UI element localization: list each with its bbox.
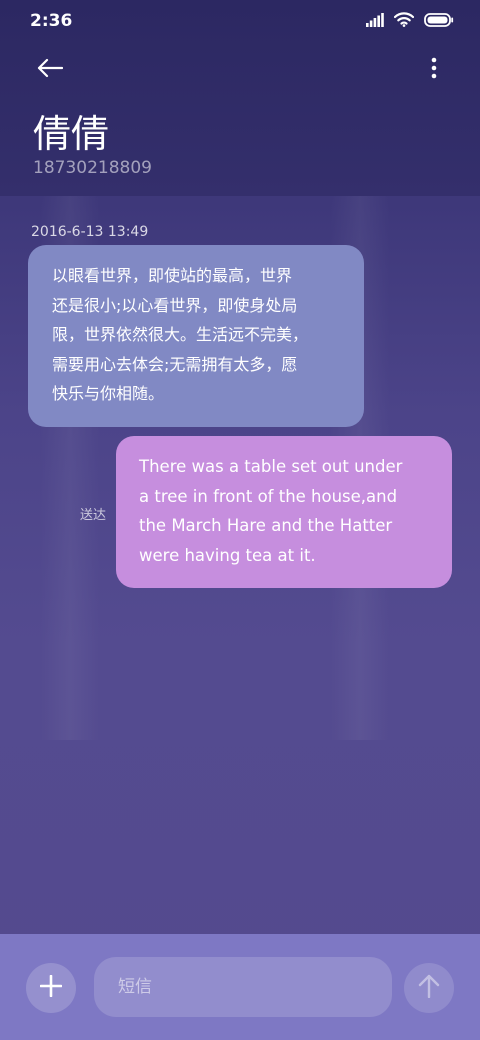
message-line: a tree in front of the house,and xyxy=(139,486,398,506)
message-input[interactable] xyxy=(94,957,392,1017)
outgoing-message-bubble[interactable]: There was a table set out under a tree i… xyxy=(116,436,452,588)
signal-icon xyxy=(366,12,384,31)
message-line: 以眼看世界，即使站的最高，世界 xyxy=(52,266,293,285)
battery-icon xyxy=(424,12,454,31)
back-button[interactable] xyxy=(30,52,70,88)
message-line: There was a table set out under xyxy=(139,457,403,476)
message-timestamp: 2016-6-13 13:49 xyxy=(31,224,149,240)
more-options-button[interactable] xyxy=(422,52,446,88)
arrow-left-icon xyxy=(37,58,64,82)
status-icons xyxy=(366,12,454,31)
status-bar: 2:36 xyxy=(0,0,480,42)
delivery-status: 送达 xyxy=(80,508,107,523)
message-line: 需要用心去体会;无需拥有太多，愿 xyxy=(52,354,298,374)
conversation-header: 2:36 倩倩 18730218809 xyxy=(0,0,480,196)
composer-bar xyxy=(0,934,480,1040)
incoming-message-bubble[interactable]: 以眼看世界，即使站的最高，世界 还是很小;以心看世界，即使身处局 限，世界依然很… xyxy=(28,245,364,427)
more-vertical-icon xyxy=(431,57,437,83)
contact-number: 18730218809 xyxy=(33,158,152,178)
message-line: 快乐与你相随。 xyxy=(52,384,165,403)
message-line: the March Hare and the Hatter xyxy=(139,516,393,535)
message-line: 限，世界依然很大。生活远不完美， xyxy=(52,325,309,344)
send-button[interactable] xyxy=(404,963,454,1013)
plus-icon xyxy=(39,974,63,1001)
wifi-icon xyxy=(393,12,415,31)
status-time: 2:36 xyxy=(30,11,73,31)
contact-name: 倩倩 xyxy=(33,112,110,156)
message-line: were having tea at it. xyxy=(139,545,316,565)
message-line: 还是很小;以心看世界，即使身处局 xyxy=(52,295,298,315)
add-attachment-button[interactable] xyxy=(26,963,76,1013)
arrow-up-icon xyxy=(418,974,440,1002)
